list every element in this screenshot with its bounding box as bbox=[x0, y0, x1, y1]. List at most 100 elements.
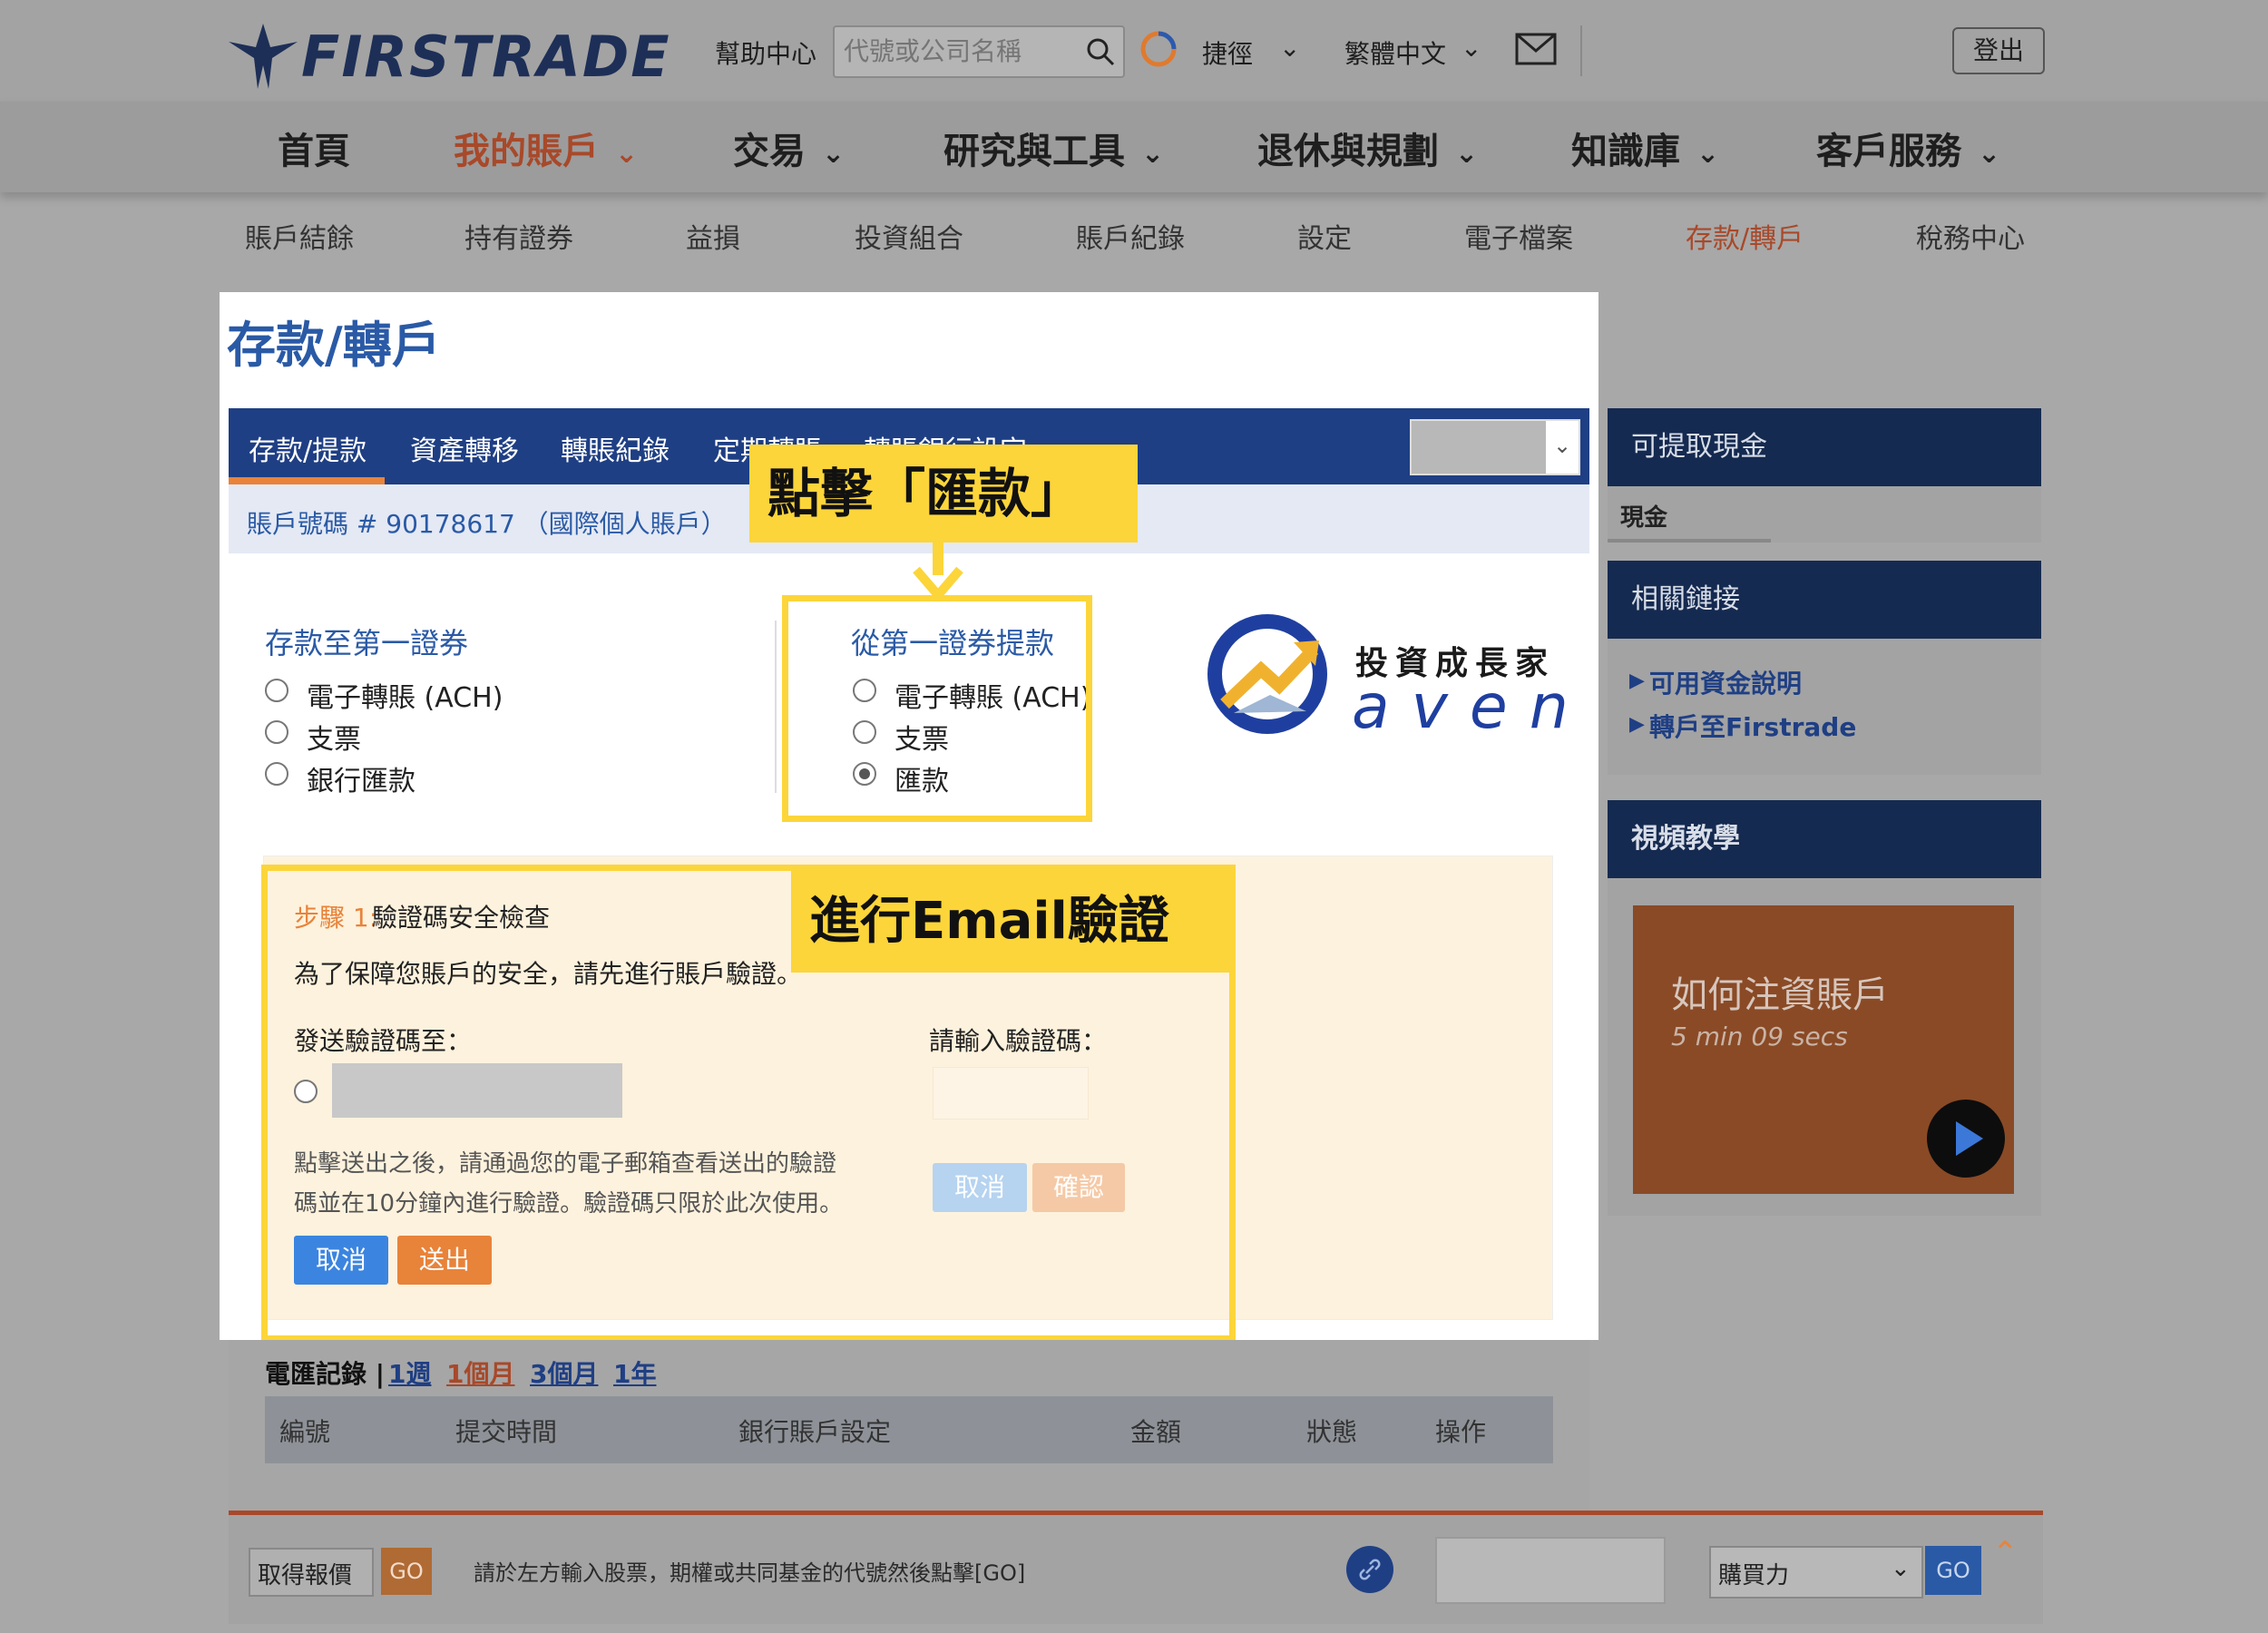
cash-bar bbox=[1608, 539, 1771, 543]
caret-right-icon: ▶ bbox=[1629, 713, 1645, 736]
firstrade-logo[interactable]: FIRSTRADE bbox=[227, 20, 670, 93]
buying-power-select[interactable]: 購買力 ⌄ bbox=[1709, 1546, 1923, 1599]
search-icon[interactable] bbox=[1085, 36, 1116, 67]
chevron-down-icon: ⌄ bbox=[1891, 1555, 1911, 1582]
go-button-2[interactable]: GO bbox=[1925, 1546, 1981, 1595]
video-title: 如何注資賬戶 bbox=[1671, 974, 1889, 1016]
col-submit-time: 提交時間 bbox=[455, 1417, 558, 1447]
eagle-logo-icon bbox=[229, 24, 298, 89]
nav-my-account[interactable]: 我的賬戶 ⌄ bbox=[454, 122, 638, 174]
shortcut-menu[interactable]: 捷徑 bbox=[1202, 34, 1253, 71]
submit-button[interactable]: 送出 bbox=[397, 1236, 492, 1285]
deposit-ach-label: 電子轉賬 (ACH) bbox=[307, 682, 503, 714]
subnav-tax-center[interactable]: 稅務中心 bbox=[1916, 216, 2025, 256]
panel-title: 視頻教學 bbox=[1631, 823, 1740, 855]
col-id: 編號 bbox=[279, 1417, 331, 1447]
panel-title: 可提取現金 bbox=[1631, 431, 1767, 463]
chevron-down-icon[interactable]: ⌄ bbox=[1279, 33, 1300, 63]
email-field[interactable] bbox=[332, 1063, 622, 1118]
wire-records: 電匯記錄 | 1週 1個月 3個月 1年 編號 提交時間 銀行賬戶設定 金額 狀… bbox=[229, 1340, 1589, 1512]
chevron-up-icon[interactable]: ⌃ bbox=[1992, 1535, 2019, 1571]
step-title: 驗證碼安全檢查 bbox=[372, 903, 551, 933]
cancel-button[interactable]: 取消 bbox=[294, 1236, 388, 1285]
code-input[interactable] bbox=[933, 1067, 1089, 1120]
enter-code-label: 請輸入驗證碼： bbox=[929, 1026, 1108, 1056]
subnav-positions[interactable]: 持有證券 bbox=[464, 216, 573, 256]
subnav-history[interactable]: 賬戶紀錄 bbox=[1076, 216, 1185, 256]
tab-asset-transfer[interactable]: 資產轉移 bbox=[410, 428, 519, 468]
chevron-down-icon: ⌄ bbox=[1141, 137, 1165, 170]
subnav-gain-loss[interactable]: 益損 bbox=[686, 216, 740, 256]
language-menu[interactable]: 繁體中文 bbox=[1344, 34, 1446, 71]
col-bank-setting: 銀行賬戶設定 bbox=[738, 1417, 892, 1447]
subnav-settings[interactable]: 設定 bbox=[1297, 216, 1352, 256]
logout-label: 登出 bbox=[1972, 35, 2024, 65]
sub-nav: 賬戶結餘 持有證券 益損 投資組合 賬戶紀錄 設定 電子檔案 存款/轉戶 稅務中… bbox=[0, 200, 2268, 272]
chevron-down-icon[interactable]: ⌄ bbox=[1461, 33, 1481, 63]
video-panel-header: 視頻教學 bbox=[1608, 800, 2041, 878]
subnav-transfer[interactable]: 存款/轉戶 bbox=[1686, 216, 1804, 256]
link-button[interactable] bbox=[1346, 1546, 1393, 1593]
step-label: 步驟 1: bbox=[294, 903, 378, 933]
subnav-portfolio[interactable]: 投資組合 bbox=[855, 216, 963, 256]
symbol-field[interactable] bbox=[1435, 1537, 1666, 1604]
chevron-down-icon: ⌄ bbox=[1978, 137, 2001, 170]
confirm-code-button[interactable]: 確認 bbox=[1032, 1163, 1125, 1212]
deposit-wire-radio[interactable] bbox=[265, 762, 288, 786]
link-transfer-to-firstrade[interactable]: 轉戶至Firstrade bbox=[1649, 708, 1856, 744]
col-amount: 金額 bbox=[1130, 1417, 1182, 1447]
period-1y[interactable]: 1年 bbox=[613, 1354, 656, 1391]
email-radio[interactable] bbox=[294, 1080, 318, 1103]
period-3m[interactable]: 3個月 bbox=[530, 1354, 598, 1391]
links-panel-body: ▶ 可用資金說明 ▶ 轉戶至Firstrade bbox=[1608, 639, 2041, 775]
page-title: 存款/轉戶 bbox=[227, 317, 441, 374]
nav-home[interactable]: 首頁 bbox=[278, 122, 350, 174]
tab-transfer-history[interactable]: 轉賬紀錄 bbox=[561, 428, 670, 468]
brand-en: aven bbox=[1352, 671, 1590, 743]
subnav-documents[interactable]: 電子檔案 bbox=[1464, 216, 1573, 256]
go-button[interactable]: GO bbox=[381, 1548, 432, 1595]
nav-retirement[interactable]: 退休與規劃 ⌄ bbox=[1257, 122, 1478, 174]
panel-title: 相關鏈接 bbox=[1631, 583, 1740, 615]
nav-customer-service[interactable]: 客戶服務 ⌄ bbox=[1816, 122, 2000, 174]
chevron-down-icon: ⌄ bbox=[1696, 137, 1720, 170]
nav-trade[interactable]: 交易 ⌄ bbox=[733, 122, 845, 174]
play-button[interactable] bbox=[1927, 1100, 2005, 1178]
video-thumbnail[interactable]: 如何注資賬戶 5 min 09 secs bbox=[1633, 905, 2014, 1194]
chevron-down-icon: ⌄ bbox=[615, 137, 639, 170]
active-tab-indicator bbox=[229, 477, 385, 484]
deposit-ach-radio[interactable] bbox=[265, 679, 288, 702]
buying-power-label: 購買力 bbox=[1718, 1562, 1790, 1589]
period-1w[interactable]: 1週 bbox=[388, 1354, 431, 1391]
loading-ring-icon bbox=[1140, 31, 1177, 67]
button-label: GO bbox=[1936, 1558, 1970, 1583]
help-center-link[interactable]: 幫助中心 bbox=[715, 34, 816, 71]
nav-knowledge[interactable]: 知識庫 ⌄ bbox=[1571, 122, 1719, 174]
select-arrow-box: ⌄ bbox=[1546, 421, 1579, 474]
mail-icon[interactable] bbox=[1515, 33, 1557, 65]
chevron-down-icon: ⌄ bbox=[1552, 433, 1572, 458]
search-box[interactable] bbox=[833, 25, 1125, 78]
play-icon bbox=[1956, 1121, 1983, 1156]
tab-deposit-withdraw[interactable]: 存款/提款 bbox=[249, 428, 367, 468]
subnav-balances[interactable]: 賬戶結餘 bbox=[245, 216, 354, 256]
cash-label: 現金 bbox=[1620, 504, 1668, 532]
deposit-check-radio[interactable] bbox=[265, 720, 288, 744]
quote-input[interactable]: 取得報價 bbox=[249, 1548, 374, 1597]
col-action: 操作 bbox=[1435, 1417, 1487, 1447]
column-divider bbox=[775, 621, 777, 793]
nav-label: 交易 bbox=[733, 131, 806, 172]
main-nav: 首頁 我的賬戶 ⌄ 交易 ⌄ 研究與工具 ⌄ 退休與規劃 ⌄ 知識庫 ⌄ 客戶服務 ⌄ bbox=[0, 102, 2268, 192]
quote-bar: 取得報價 GO 請於左方輸入股票，期權或共同基金的代號然後點擊[GO] 購買力 … bbox=[229, 1511, 2043, 1624]
period-1m[interactable]: 1個月 bbox=[446, 1354, 514, 1391]
quote-hint: 請於左方輸入股票，期權或共同基金的代號然後點擊[GO] bbox=[474, 1560, 1026, 1586]
callout-text: 點擊「匯款」 bbox=[767, 463, 1084, 524]
logout-button[interactable]: 登出 bbox=[1952, 27, 2045, 74]
nav-research[interactable]: 研究與工具 ⌄ bbox=[943, 122, 1164, 174]
link-available-funds[interactable]: 可用資金說明 bbox=[1649, 664, 1802, 700]
search-input[interactable] bbox=[842, 33, 1072, 69]
deposit-title: 存款至第一證券 bbox=[265, 626, 469, 660]
account-select[interactable]: ⌄ bbox=[1410, 419, 1580, 475]
divider bbox=[1580, 25, 1582, 76]
cancel-code-button[interactable]: 取消 bbox=[933, 1163, 1027, 1212]
